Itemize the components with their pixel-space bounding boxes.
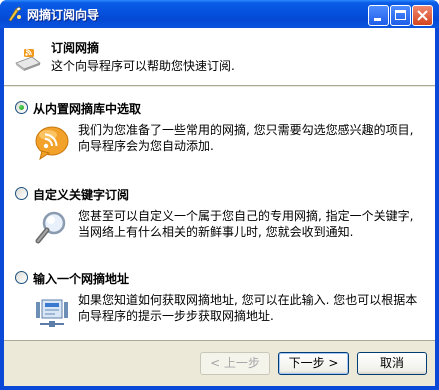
option-description: 我们为您准备了一些常用的网摘, 您只需要勾选您感兴趣的项目, 向导程序会为您自动…: [78, 123, 414, 153]
option-label[interactable]: 从内置网摘库中选取: [33, 100, 141, 117]
radio-custom-keyword[interactable]: [15, 187, 28, 200]
minimize-button[interactable]: [368, 5, 389, 26]
back-button[interactable]: < 上一步: [200, 352, 270, 375]
option-label[interactable]: 输入一个网摘地址: [33, 270, 129, 287]
rss-feed-icon: [15, 49, 41, 71]
cancel-button[interactable]: 取消: [357, 352, 427, 375]
title-bar[interactable]: 网摘订阅向导: [0, 0, 439, 28]
close-button[interactable]: [412, 5, 433, 26]
maximize-button[interactable]: [390, 5, 411, 26]
minimize-icon: [374, 18, 381, 21]
wizard-window: 网摘订阅向导 订阅网摘 这个向导程序可以帮助您快速订阅. 从内置网摘库中选取 我…: [0, 0, 439, 390]
header-title: 订阅网摘: [51, 41, 100, 55]
wizard-header: 订阅网摘 这个向导程序可以帮助您快速订阅.: [4, 28, 435, 86]
wizard-options-panel: 从内置网摘库中选取 我们为您准备了一些常用的网摘, 您只需要勾选您感兴趣的项目,…: [4, 87, 435, 340]
option-description: 您甚至可以自定义一个属于您自己的专用网摘, 指定一个关键字, 当网络上有什么相关…: [78, 209, 414, 239]
option-label[interactable]: 自定义关键字订阅: [33, 186, 129, 203]
maximize-icon: [395, 10, 406, 20]
window-title: 网摘订阅向导: [27, 8, 100, 22]
close-icon: [417, 10, 428, 21]
radio-enter-address[interactable]: [15, 271, 28, 284]
magnifier-icon: [35, 211, 66, 244]
next-button[interactable]: 下一步 >: [278, 352, 349, 375]
network-address-icon: [36, 299, 68, 327]
header-subtitle: 这个向导程序可以帮助您快速订阅.: [51, 59, 235, 73]
wizard-client-area: 订阅网摘 这个向导程序可以帮助您快速订阅. 从内置网摘库中选取 我们为您准备了一…: [4, 28, 435, 386]
wizard-app-icon: [8, 6, 22, 22]
rss-bubble-icon: [35, 126, 69, 161]
wizard-footer: < 上一步 下一步 > 取消: [4, 340, 435, 386]
option-description: 如果您知道如何获取网摘地址, 您可以在此输入. 您也可以根据本向导程序的提示一步…: [78, 293, 418, 323]
radio-builtin-library[interactable]: [15, 101, 28, 114]
